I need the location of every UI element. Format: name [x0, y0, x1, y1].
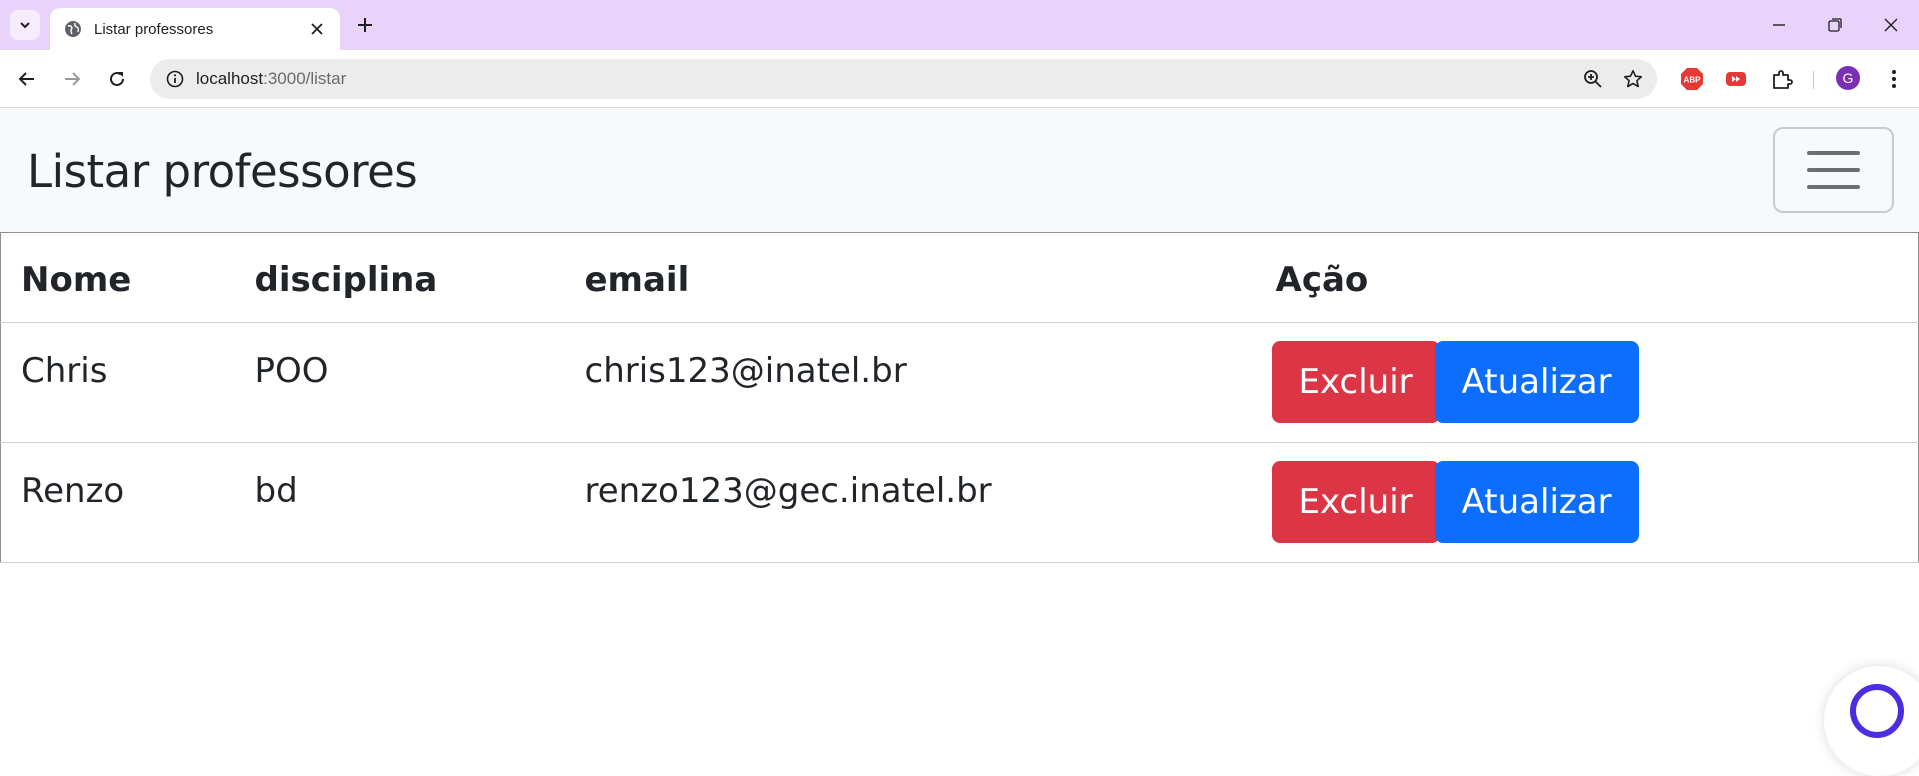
cell-nome: Renzo	[0, 442, 235, 563]
page-title[interactable]: Listar professores	[27, 145, 418, 198]
restore-icon[interactable]	[1807, 0, 1863, 50]
minimize-icon[interactable]	[1751, 0, 1807, 50]
professors-table-wrapper: Nome disciplina email Ação Chris POO chr…	[0, 232, 1919, 563]
star-icon[interactable]	[1617, 63, 1649, 95]
reload-icon[interactable]	[101, 63, 133, 95]
column-header-disciplina: disciplina	[234, 232, 565, 323]
profile-avatar[interactable]: G	[1836, 66, 1860, 90]
back-icon[interactable]	[11, 63, 43, 95]
site-info-icon[interactable]	[162, 66, 188, 92]
cell-acao: Excluir Atualizar	[1255, 322, 1919, 443]
navbar-toggler-button[interactable]	[1773, 127, 1894, 213]
navbar: Listar professores	[0, 109, 1919, 232]
cell-disciplina: POO	[234, 322, 565, 443]
table-row: Renzo bd renzo123@gec.inatel.br Excluir A…	[0, 442, 1919, 563]
zoom-icon[interactable]	[1577, 63, 1609, 95]
column-header-email: email	[564, 232, 1256, 323]
column-header-acao: Ação	[1255, 232, 1919, 323]
browser-toolbar: localhost:3000/listar ABP	[0, 50, 1919, 108]
delete-button[interactable]: Excluir	[1271, 461, 1440, 543]
cell-email: renzo123@gec.inatel.br	[564, 442, 1256, 563]
chat-widget-icon	[1850, 684, 1904, 738]
puzzle-icon[interactable]	[1768, 65, 1796, 93]
cell-disciplina: bd	[234, 442, 565, 563]
table-header-row: Nome disciplina email Ação	[0, 232, 1919, 323]
tab-strip: Listar professores	[0, 0, 1919, 50]
cell-email: chris123@inatel.br	[564, 322, 1256, 443]
close-icon[interactable]	[306, 18, 328, 40]
cell-nome: Chris	[0, 322, 235, 443]
adblock-icon[interactable]: ABP	[1678, 65, 1706, 93]
url-text: localhost:3000/listar	[196, 69, 347, 88]
forward-icon[interactable]	[56, 63, 88, 95]
floating-chat-widget[interactable]	[1824, 666, 1919, 776]
tab-title: Listar professores	[94, 20, 214, 38]
cell-acao: Excluir Atualizar	[1255, 442, 1919, 563]
column-header-nome: Nome	[0, 232, 235, 323]
hamburger-line	[1807, 185, 1860, 189]
svg-text:ABP: ABP	[1684, 76, 1702, 85]
address-bar[interactable]: localhost:3000/listar	[150, 59, 1657, 99]
kebab-menu-icon[interactable]	[1880, 65, 1908, 93]
toolbar-separator	[1813, 71, 1814, 89]
window-close-icon[interactable]	[1863, 0, 1919, 50]
hamburger-line	[1807, 168, 1860, 172]
youtube-ext-icon[interactable]	[1722, 65, 1750, 93]
table-row: Chris POO chris123@inatel.br Excluir Atua…	[0, 322, 1919, 443]
professors-table: Nome disciplina email Ação Chris POO chr…	[0, 232, 1919, 563]
globe-icon	[64, 20, 82, 38]
update-button[interactable]: Atualizar	[1434, 461, 1639, 543]
plus-icon[interactable]	[350, 10, 380, 40]
delete-button[interactable]: Excluir	[1271, 341, 1440, 423]
hamburger-line	[1807, 151, 1860, 155]
tab-search-icon[interactable]	[10, 10, 40, 40]
active-tab[interactable]: Listar professores	[50, 8, 340, 50]
update-button[interactable]: Atualizar	[1434, 341, 1639, 423]
